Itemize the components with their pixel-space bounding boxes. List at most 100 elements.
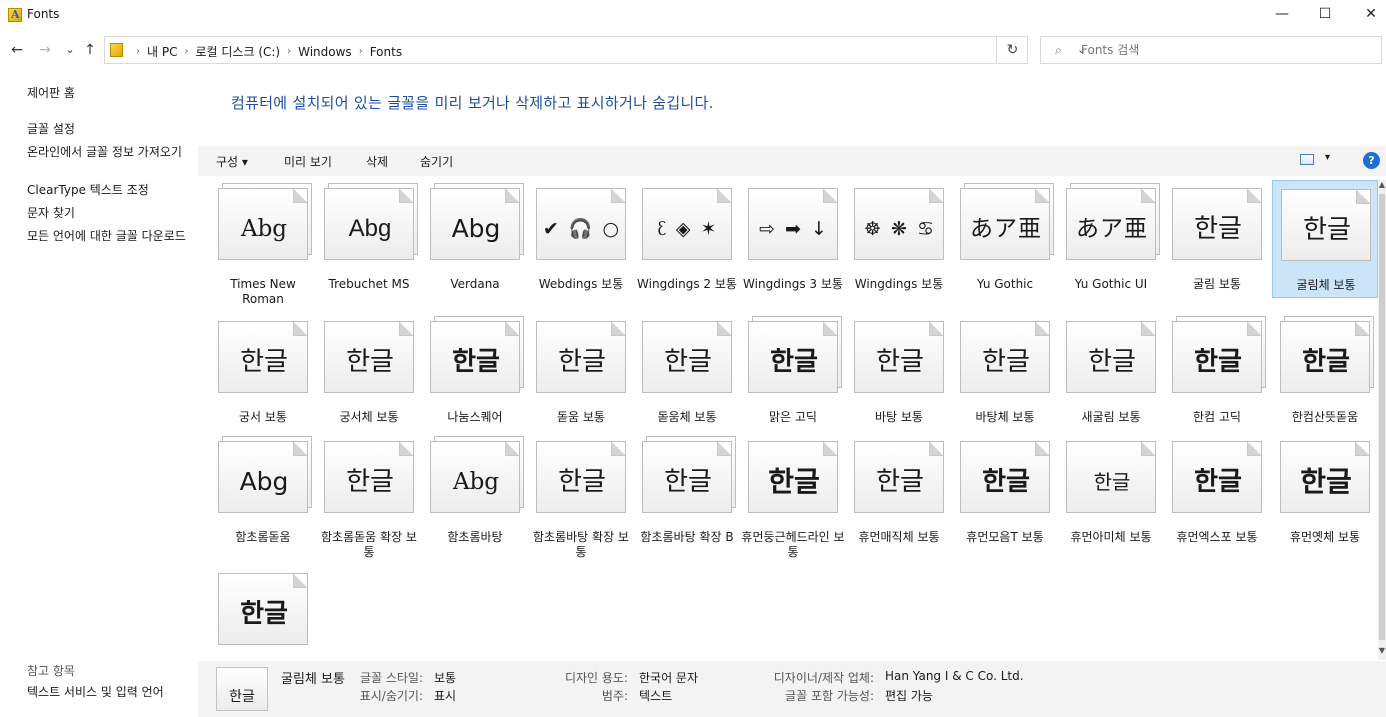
- breadcrumb-item[interactable]: Fonts: [370, 45, 402, 59]
- font-item[interactable]: Abg Trebuchet MS: [316, 180, 422, 298]
- font-page: 한글: [1280, 321, 1370, 393]
- breadcrumb-item[interactable]: 로컬 디스크 (C:): [195, 43, 280, 60]
- font-page: 한글: [430, 321, 520, 393]
- font-item[interactable]: あア亜 Yu Gothic: [952, 180, 1058, 298]
- back-button[interactable]: ←: [7, 40, 27, 60]
- font-item[interactable]: Abg 함초롬돋움: [210, 433, 316, 551]
- font-item[interactable]: 한글 맑은 고딕: [740, 313, 846, 431]
- font-page: 한글: [748, 321, 838, 393]
- scroll-down-icon[interactable]: ▼: [1378, 646, 1386, 658]
- font-item[interactable]: 한글 궁서 보통: [210, 313, 316, 431]
- maximize-button[interactable]: ☐: [1302, 0, 1348, 30]
- font-item[interactable]: 한글 한컴 고딕: [1164, 313, 1270, 431]
- download-fonts-all-languages-link[interactable]: 모든 언어에 대한 글꼴 다운로드: [27, 229, 189, 244]
- font-sample: 한글: [1093, 470, 1131, 494]
- category-value: 텍스트: [639, 689, 673, 703]
- show-hide-label: 표시/숨기기:: [359, 689, 423, 703]
- refresh-button[interactable]: ↻: [998, 36, 1028, 64]
- font-name-label: 굴림체 보통: [1296, 278, 1356, 292]
- adjust-cleartype-link[interactable]: ClearType 텍스트 조정: [27, 183, 192, 198]
- close-button[interactable]: ✕: [1348, 0, 1386, 30]
- font-file-icon: 한글: [1066, 319, 1158, 393]
- font-item[interactable]: 한글 휴먼둥근헤드라인 보통: [740, 433, 846, 559]
- font-item[interactable]: Abg Verdana: [422, 180, 528, 298]
- font-item[interactable]: 한글 휴먼아미체 보통: [1058, 433, 1164, 551]
- font-item[interactable]: 한글 함초롬바탕 확장 B: [634, 433, 740, 551]
- font-settings-link[interactable]: 글꼴 설정: [27, 122, 192, 137]
- font-item[interactable]: ᦷ ◈ ✶ Wingdings 2 보통: [634, 180, 740, 298]
- details-pane: 한글 굴림체 보통 글꼴 스타일: 보통 표시/숨기기: 표시 디자인 용도: …: [198, 661, 1386, 717]
- find-character-link[interactable]: 문자 찾기: [27, 206, 192, 221]
- font-item[interactable]: Abg 함초롬바탕: [422, 433, 528, 551]
- fonts-app-icon: [8, 8, 22, 22]
- font-item[interactable]: あア亜 Yu Gothic UI: [1058, 180, 1164, 298]
- font-file-icon: ᦷ ◈ ✶: [642, 186, 734, 260]
- font-item[interactable]: 한글 궁서체 보통: [316, 313, 422, 431]
- font-file-icon: ☸ ❋ ♋: [854, 186, 946, 260]
- font-sample: 한글: [1303, 215, 1351, 245]
- breadcrumb: › 내 PC › 로컬 디스크 (C:) › Windows › Fonts: [129, 43, 402, 60]
- address-bar[interactable]: › 내 PC › 로컬 디스크 (C:) › Windows › Fonts ⌄: [104, 36, 1086, 64]
- vertical-scrollbar[interactable]: ▲ ▼: [1378, 180, 1386, 660]
- font-item[interactable]: 한글 휴먼엑스포 보통: [1164, 433, 1270, 551]
- font-item[interactable]: 한글 휴먼옛체 보통: [1272, 433, 1378, 551]
- text-services-link[interactable]: 텍스트 서비스 및 입력 언어: [27, 685, 192, 700]
- font-item[interactable]: ✔ 🎧 ○ Webdings 보통: [528, 180, 634, 298]
- font-name-label: Yu Gothic UI: [1074, 277, 1148, 291]
- font-page: 한글: [1066, 441, 1156, 513]
- help-button[interactable]: ?: [1363, 152, 1380, 169]
- font-name-label: Webdings 보통: [538, 277, 624, 291]
- font-file-icon: 한글: [1066, 439, 1158, 513]
- get-font-info-online-link[interactable]: 온라인에서 글꼴 정보 가져오기: [27, 145, 187, 160]
- font-item[interactable]: 한글 바탕체 보통: [952, 313, 1058, 431]
- font-item[interactable]: 한글 함초롬돋움 확장 보통: [316, 433, 422, 559]
- font-item[interactable]: 한글 휴먼모음T 보통: [952, 433, 1058, 551]
- font-item[interactable]: 한글 새굴림 보통: [1058, 313, 1164, 431]
- view-dropdown-icon[interactable]: ▾: [1325, 152, 1330, 163]
- breadcrumb-item[interactable]: 내 PC: [147, 43, 177, 60]
- font-item[interactable]: 한글 돋움 보통: [528, 313, 634, 431]
- selected-font-name: 굴림체 보통: [281, 672, 345, 687]
- chevron-right-icon[interactable]: ›: [359, 46, 363, 57]
- font-file-icon: ⇨ ➡ ↓: [748, 186, 840, 260]
- search-box[interactable]: ⌕: [1040, 36, 1382, 64]
- font-item[interactable]: ⇨ ➡ ↓ Wingdings 3 보통: [740, 180, 846, 298]
- scroll-thumb[interactable]: [1379, 194, 1385, 640]
- view-options-icon[interactable]: [1300, 154, 1314, 165]
- font-item[interactable]: 한글 나눔스퀘어: [422, 313, 528, 431]
- chevron-right-icon[interactable]: ›: [184, 46, 188, 57]
- font-page: 한글: [536, 441, 626, 513]
- fonts-folder-icon: [110, 43, 123, 57]
- font-sample: Abg: [239, 467, 289, 496]
- up-button[interactable]: ↑: [80, 40, 100, 60]
- font-file-icon: Abg: [324, 183, 418, 260]
- minimize-button[interactable]: —: [1259, 0, 1305, 30]
- forward-button[interactable]: →: [35, 40, 55, 60]
- font-file-icon: 한글: [1280, 316, 1374, 393]
- hide-button[interactable]: 숨기기: [420, 153, 453, 170]
- font-sample: ᦷ ◈ ✶: [657, 218, 719, 240]
- search-input[interactable]: [1081, 43, 1361, 57]
- font-item[interactable]: 한글 함초롬바탕 확장 보통: [528, 433, 634, 559]
- font-item[interactable]: 한글굴림체 보통: [1272, 180, 1378, 298]
- font-item[interactable]: 한글 굴림 보통: [1164, 180, 1270, 298]
- chevron-right-icon: ›: [136, 46, 140, 57]
- preview-button[interactable]: 미리 보기: [284, 153, 332, 170]
- font-file-icon: あア亜: [1066, 183, 1160, 260]
- font-sample: 한글: [558, 347, 606, 377]
- font-item[interactable]: 한글 돋움체 보통: [634, 313, 740, 431]
- title-bar: Fonts — ☐ ✕: [0, 0, 1386, 30]
- chevron-right-icon[interactable]: ›: [287, 46, 291, 57]
- scroll-up-icon[interactable]: ▲: [1378, 180, 1386, 192]
- font-item[interactable]: Abg Times New Roman: [210, 180, 316, 306]
- breadcrumb-item[interactable]: Windows: [298, 45, 352, 59]
- font-item[interactable]: ☸ ❋ ♋ Wingdings 보통: [846, 180, 952, 298]
- font-item[interactable]: 한글 한컴산뜻돋움: [1272, 313, 1378, 431]
- font-page: 한글: [218, 321, 308, 393]
- organize-button[interactable]: 구성 ▾: [216, 153, 248, 170]
- delete-button[interactable]: 삭제: [366, 153, 388, 170]
- recent-locations-button[interactable]: ⌄: [60, 40, 80, 60]
- font-item[interactable]: 한글 휴먼매직체 보통: [846, 433, 952, 551]
- font-item[interactable]: 한글 바탕 보통: [846, 313, 952, 431]
- control-panel-home-link[interactable]: 제어판 홈: [27, 86, 192, 101]
